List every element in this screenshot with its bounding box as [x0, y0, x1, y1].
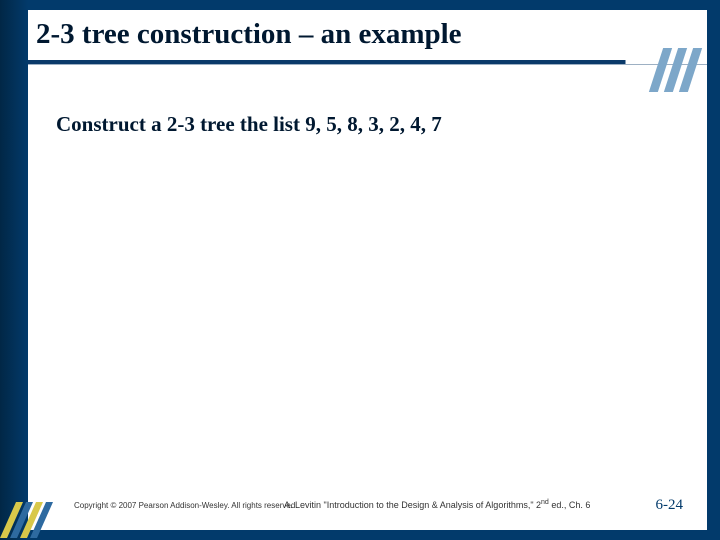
slide-body-text: Construct a 2-3 tree the list 9, 5, 8, 3…	[56, 112, 442, 137]
title-underline-thin	[28, 64, 707, 65]
copyright-text: Copyright © 2007 Pearson Addison-Wesley.…	[74, 501, 298, 510]
slide-title: 2-3 tree construction – an example	[36, 18, 462, 51]
attribution-text: A. Levitin "Introduction to the Design &…	[284, 499, 590, 510]
attribution-sup: nd	[541, 499, 549, 506]
title-decor-stripes	[656, 48, 695, 92]
slide-footer: Copyright © 2007 Pearson Addison-Wesley.…	[28, 502, 707, 524]
attribution-suffix: ed., Ch. 6	[549, 500, 591, 510]
footer-decor-stripes	[8, 502, 45, 538]
attribution-prefix: A. Levitin "Introduction to the Design &…	[284, 500, 541, 510]
slide-content-area: 2-3 tree construction – an example Const…	[28, 10, 707, 530]
slide-background: 2-3 tree construction – an example Const…	[0, 0, 720, 540]
page-number: 6-24	[656, 497, 684, 514]
left-edge-shadow	[0, 0, 28, 540]
